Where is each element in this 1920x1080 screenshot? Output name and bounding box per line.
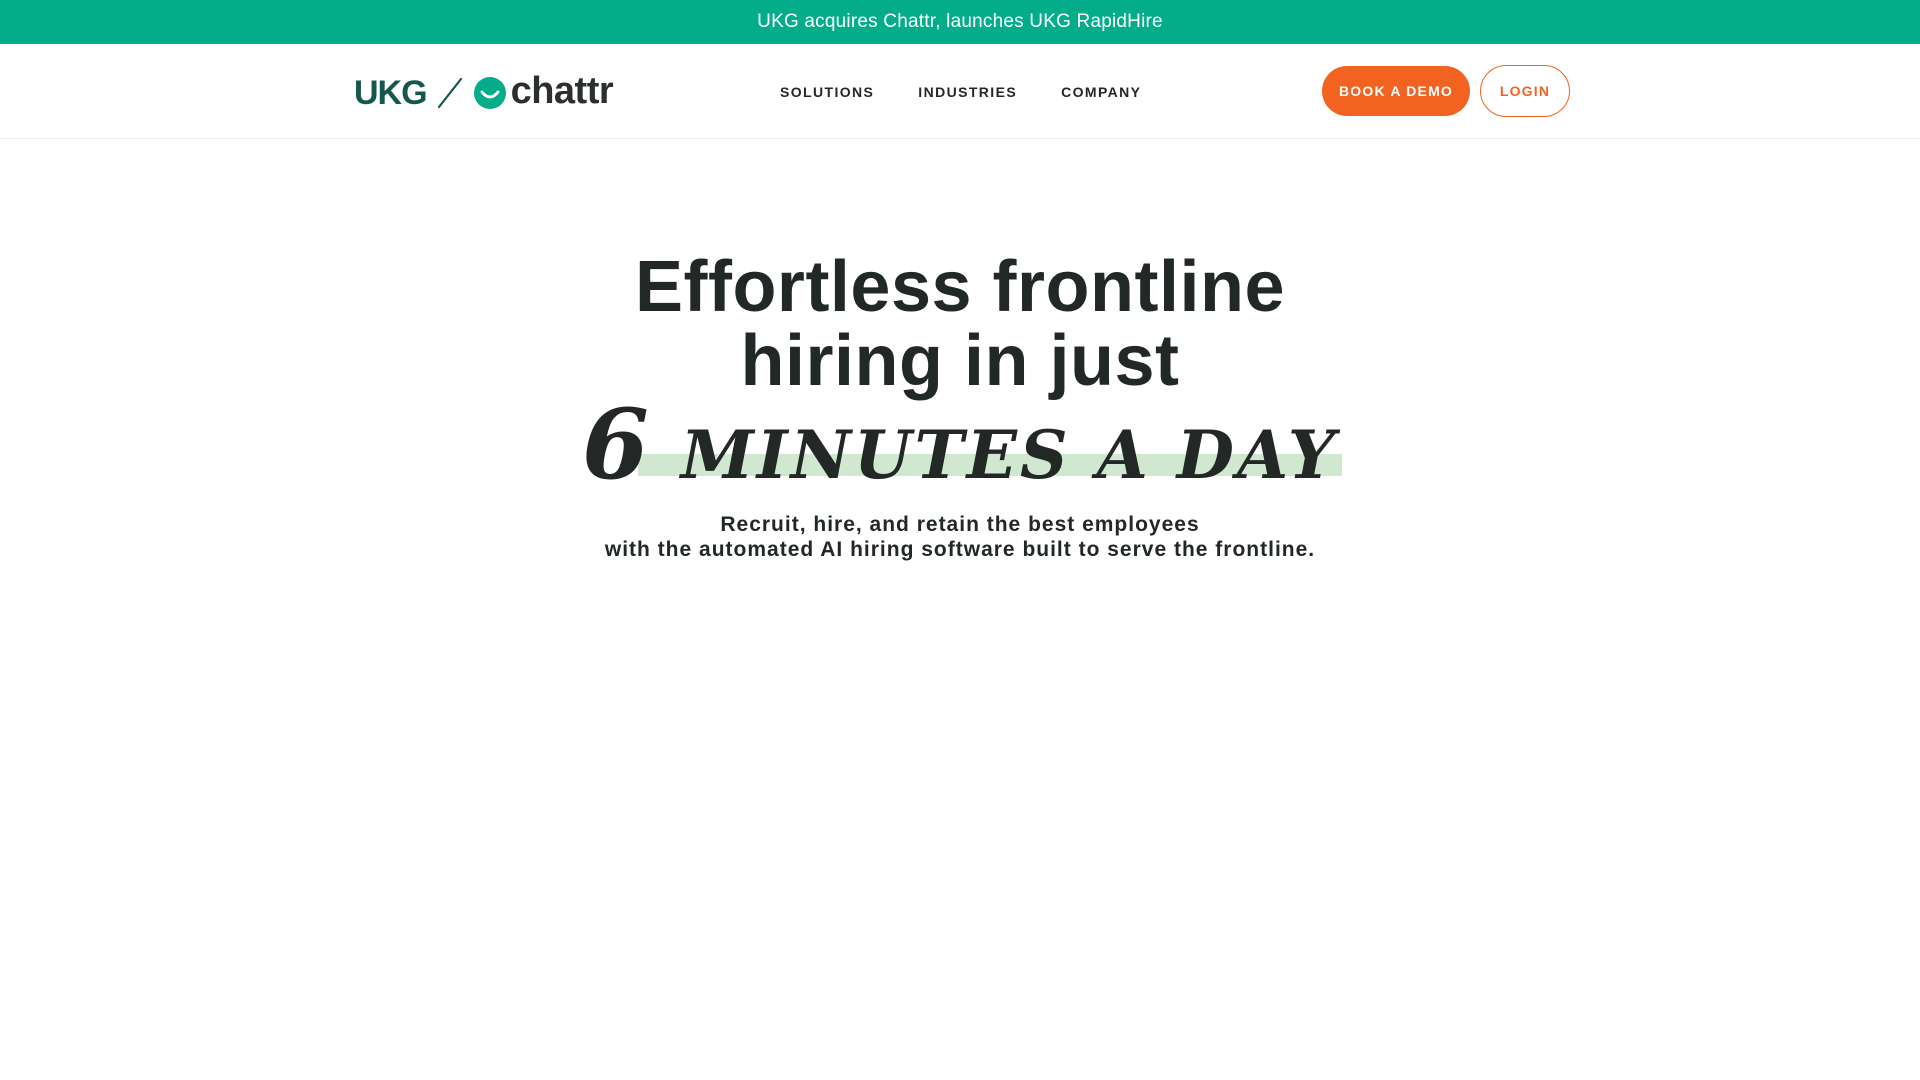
login-button[interactable]: LOGIN — [1480, 65, 1570, 117]
announcement-bar: UKG acquires Chattr, launches UKG RapidH… — [0, 0, 1920, 44]
slash-divider-icon — [437, 77, 462, 109]
hero-subtitle-line2: with the automated AI hiring software bu… — [604, 538, 1316, 561]
hero-title-line2: hiring in just — [740, 321, 1180, 401]
nav-item-solutions[interactable]: SOLUTIONS — [780, 84, 874, 100]
nav-item-company[interactable]: COMPANY — [1061, 84, 1141, 100]
hero-section: Effortless frontline hiring in just 6 MI… — [0, 250, 1920, 562]
announcement-link[interactable]: UKG acquires Chattr, launches UKG RapidH… — [757, 11, 1163, 33]
chattr-smile-icon — [473, 77, 506, 109]
hero-highlight-phrase: 6 MINUTES A DAY — [578, 397, 1343, 494]
site-header: UKG chattr SOLUTIONS INDUSTRIES COMPANY … — [0, 44, 1920, 139]
nav-item-industries[interactable]: INDUSTRIES — [918, 84, 1017, 100]
main-nav: SOLUTIONS INDUSTRIES COMPANY — [780, 44, 1185, 139]
hero-title-line1: Effortless frontline — [634, 247, 1286, 327]
chattr-logo-text: chattr — [510, 70, 614, 112]
hero-script-words: MINUTES A DAY — [680, 416, 1339, 494]
book-demo-button[interactable]: BOOK A DEMO — [1322, 66, 1470, 116]
hero-script-number: 6 — [581, 388, 655, 501]
ukg-logo-text: UKG — [354, 73, 428, 112]
hero-subtitle: Recruit, hire, and retain the best emplo… — [0, 512, 1920, 562]
hero-subtitle-line1: Recruit, hire, and retain the best emplo… — [720, 513, 1200, 536]
hero-script-text: 6 MINUTES A DAY — [578, 397, 1342, 495]
company-logo[interactable]: UKG chattr — [354, 70, 614, 112]
